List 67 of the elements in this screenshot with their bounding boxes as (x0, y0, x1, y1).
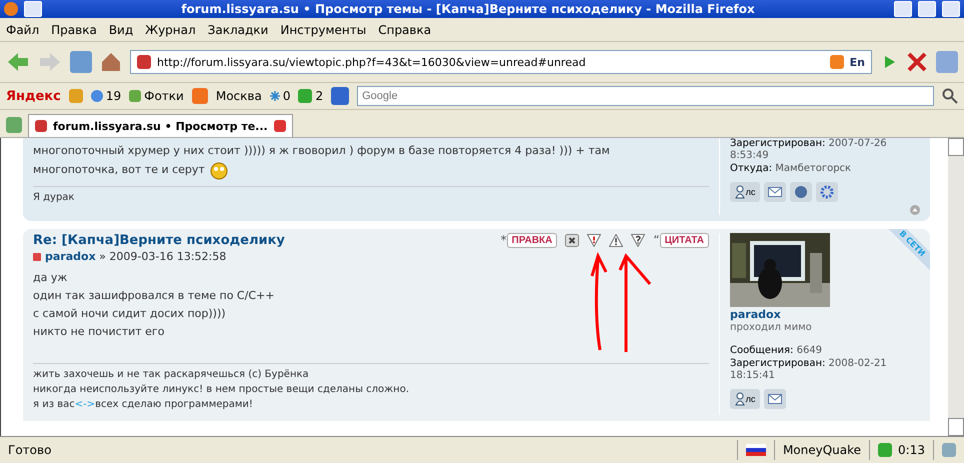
signature-text: я из вас<->всех сделаю программерами! (33, 398, 254, 412)
envelope-icon (768, 187, 782, 197)
top-icon[interactable] (910, 205, 920, 215)
menu-item[interactable]: Закладки (208, 22, 268, 36)
yandex-logo[interactable]: Яндекс (6, 88, 61, 104)
post-author-line: paradox » 2009-03-16 13:52:58 (45, 250, 226, 263)
menu-item[interactable]: Журнал (145, 22, 196, 36)
post-action-button[interactable]: ЦИТАТА (660, 233, 709, 248)
post-text: с самой ночи сидит досих пор)))) (33, 306, 226, 322)
minimize-button[interactable] (894, 1, 912, 17)
messages-button[interactable]: 19 (90, 89, 122, 103)
status-time: 0:13 (898, 443, 925, 457)
forward-icon[interactable] (38, 51, 62, 73)
city-button[interactable]: Москва (216, 89, 262, 103)
close-button[interactable] (942, 1, 960, 17)
home-icon[interactable] (100, 51, 122, 73)
post-action-button[interactable]: ПРАВКА (506, 233, 558, 248)
quote-mark: * (500, 233, 507, 247)
envelope-icon (768, 394, 782, 404)
warning-icon[interactable] (609, 234, 624, 247)
mail-button[interactable] (764, 389, 786, 409)
browser-tab[interactable]: forum.lissyara.su • Просмотр те... (28, 114, 293, 137)
user-rank: проходил мимо (730, 322, 813, 333)
photos-button[interactable]: Фотки (129, 89, 184, 103)
profile-field: Зарегистрирован: 2007-07-26 8:53:49 (730, 138, 920, 162)
person-icon (734, 392, 745, 406)
person-icon (734, 185, 745, 199)
scrollbar[interactable] (948, 138, 964, 436)
search-field[interactable]: Google (357, 86, 934, 106)
post-title[interactable]: Re: [Капча]Верните психоделику (33, 233, 285, 248)
window-menu-button[interactable] (24, 1, 42, 17)
status-app[interactable]: MoneyQuake (774, 440, 870, 460)
signature-text: жить захочешь и не так раскарячешься (с) Бурёнка (33, 368, 310, 382)
quote-mark: “ (653, 233, 660, 247)
post-text: многопоточка, вот те и серут (33, 162, 205, 178)
signature-text: Я дурак (33, 191, 76, 205)
post-text: да уж (33, 270, 68, 286)
profile-field: Сообщения: 6649 (730, 345, 920, 357)
maximize-button[interactable] (918, 1, 936, 17)
profile-name[interactable]: paradox (730, 308, 920, 321)
post-text: один так зашифровался в теме по C/C++ (33, 288, 274, 304)
mail-button[interactable] (764, 182, 786, 202)
globe-button[interactable] (790, 182, 812, 202)
delete-icon[interactable] (565, 234, 580, 247)
warning-icon[interactable] (587, 234, 602, 247)
help-icon[interactable] (631, 234, 646, 247)
window-title: forum.lissyara.su • Просмотр темы - [Капча]Верните психоделику - Mozilla Firefox (180, 2, 756, 16)
weather-button[interactable]: 0 (270, 89, 290, 103)
flower-button[interactable] (816, 182, 838, 202)
pm-button[interactable]: лс (730, 182, 760, 202)
menu-item[interactable]: Правка (51, 22, 97, 36)
menu-item[interactable]: Инструменты (280, 22, 366, 36)
search-icon[interactable] (942, 88, 958, 104)
post-text: никто не почистит его (33, 324, 164, 340)
menu-item[interactable]: Вид (108, 22, 134, 36)
signature-text: никогда неиспользуйте линукс! в нем простые вещи сделаны сложно. (33, 383, 410, 397)
address-field[interactable]: http://forum.lissyara.su/viewtopic.php?f=43&t=16030&view=unread#unread En (130, 50, 872, 74)
pm-button[interactable]: лс (730, 389, 760, 409)
close-icon[interactable] (906, 51, 928, 73)
status-text: Готово (7, 443, 52, 457)
menu-item[interactable]: Справка (378, 22, 432, 36)
post-text: многопоточный хрумер у них стоит ))))) я ж гвоворил ) форум в базе повторяется 4 раза! ))) + там (33, 143, 610, 159)
flag-icon (746, 444, 766, 456)
back-icon[interactable] (6, 51, 30, 73)
menu-item[interactable]: Файл (6, 22, 40, 36)
profile-field: Зарегистрирован: 2008-02-21 18:15:41 (730, 358, 920, 382)
profile-field: Откуда: Мамбетогорск (730, 163, 920, 175)
